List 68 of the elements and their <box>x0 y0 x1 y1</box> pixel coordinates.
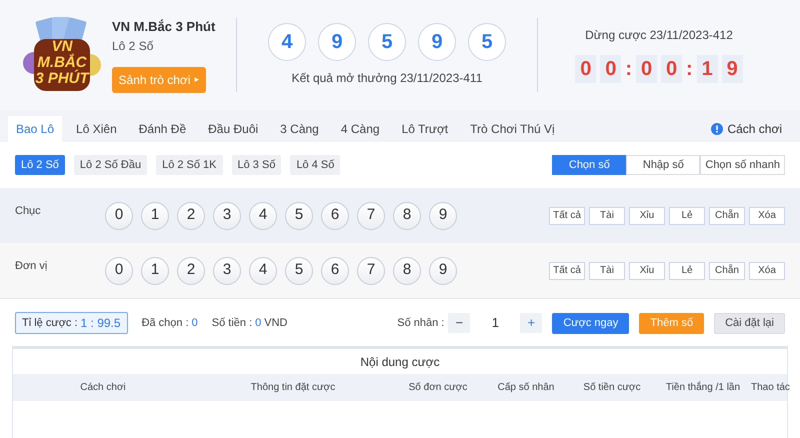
info-icon <box>711 123 724 135</box>
quick-select-button[interactable]: Tài <box>589 262 625 280</box>
column-header: Thao tác <box>751 381 790 395</box>
help-link[interactable]: Cách chơi <box>727 120 782 138</box>
amount-label: Số tiền : <box>212 316 252 331</box>
column-header: Tiền thắng /1 lần <box>664 380 742 395</box>
game-subtitle: Lô 2 Số <box>112 38 154 55</box>
quick-select-button[interactable]: Chẵn <box>709 206 745 224</box>
quick-select-button[interactable]: Xóa <box>749 262 785 280</box>
quick-select-button[interactable]: Tất cả <box>549 206 585 224</box>
column-header: Cách chơi <box>79 381 127 395</box>
quick-select-button[interactable]: Chẵn <box>709 262 745 280</box>
odds-value: 1 : 99.5 <box>80 315 121 332</box>
quick-select-button[interactable]: Lẻ <box>669 206 705 224</box>
increment-button[interactable]: + <box>520 313 542 333</box>
subtype-tab[interactable]: Lô 2 Số 1K <box>156 155 223 175</box>
chosen-label: Đã chọn : <box>142 316 189 331</box>
decrement-button[interactable]: − <box>448 313 470 333</box>
quick-select-button[interactable]: Xỉu <box>629 206 665 224</box>
game-tab[interactable]: Đánh Đề <box>130 116 194 142</box>
multiplier-label: Số nhân : <box>397 316 444 331</box>
mode-tab[interactable]: Chọn số nhanh <box>700 155 785 175</box>
subtype-tab[interactable]: Lô 2 Số <box>15 155 65 175</box>
countdown-separator: : <box>686 57 693 82</box>
column-header: Cấp số nhân <box>496 381 556 395</box>
subtype-tab[interactable]: Lô 2 Số Đầu <box>74 155 148 175</box>
column-header: Số đơn cược <box>408 381 468 395</box>
logo-text: M.BẮC <box>37 55 87 71</box>
countdown-digit: 0 <box>661 55 682 83</box>
row-label: Chục <box>15 204 42 220</box>
quick-select-button[interactable]: Lẻ <box>669 262 705 280</box>
countdown-digit: 0 <box>600 55 622 83</box>
game-tab[interactable]: Đầu Đuôi <box>200 116 266 142</box>
game-tab[interactable]: Lô Xiên <box>68 116 125 142</box>
quick-select-button[interactable]: Xỉu <box>629 262 665 280</box>
game-tab[interactable]: 3 Càng <box>272 116 327 142</box>
amount-unit: VND <box>264 316 288 331</box>
game-tab[interactable]: Lô Trượt <box>394 116 456 142</box>
column-header: Số tiền cược <box>582 381 642 395</box>
column-header: Thông tin đặt cược <box>250 381 336 395</box>
logo-text: VN <box>52 39 72 55</box>
countdown-digit: 0 <box>636 55 657 83</box>
subtype-tab[interactable]: Lô 4 Số <box>290 155 340 175</box>
result-caption: Kết quả mở thưởng 23/11/2023-411 <box>292 70 482 87</box>
multiplier-field[interactable]: 1 <box>470 313 520 333</box>
mode-tab[interactable]: Chọn số <box>552 155 626 175</box>
countdown-caption: Dừng cược 23/11/2023-412 <box>585 27 733 44</box>
game-tab[interactable]: Trò Chơi Thú Vị <box>462 116 563 142</box>
subtype-tab[interactable]: Lô 3 Số <box>232 155 282 175</box>
quick-select-button[interactable]: Tài <box>589 206 625 224</box>
countdown-separator: : <box>625 57 632 82</box>
mode-tab[interactable]: Nhập số <box>626 155 700 175</box>
game-title: VN M.Bắc 3 Phút <box>112 18 216 36</box>
quick-select-button[interactable]: Xóa <box>749 206 785 224</box>
logo-text: 3 PHÚT <box>35 71 89 87</box>
countdown-digit: 9 <box>722 55 743 83</box>
table-title: Nội dung cược <box>360 354 440 370</box>
quick-select-button[interactable]: Tất cả <box>549 262 585 280</box>
chosen-value: 0 <box>192 316 198 331</box>
game-tab[interactable]: Bao Lô <box>8 116 62 142</box>
countdown-digit: 1 <box>696 55 718 83</box>
action-button[interactable]: Cài đặt lại <box>714 312 785 334</box>
countdown-digit: 0 <box>575 55 596 83</box>
amount-value: 0 <box>255 316 262 331</box>
game-tab[interactable]: 4 Càng <box>332 116 388 142</box>
row-label: Đơn vị <box>15 259 48 274</box>
odds-label: Tỉ lệ cược : <box>22 316 78 331</box>
action-button[interactable]: Cược ngay <box>552 312 630 334</box>
